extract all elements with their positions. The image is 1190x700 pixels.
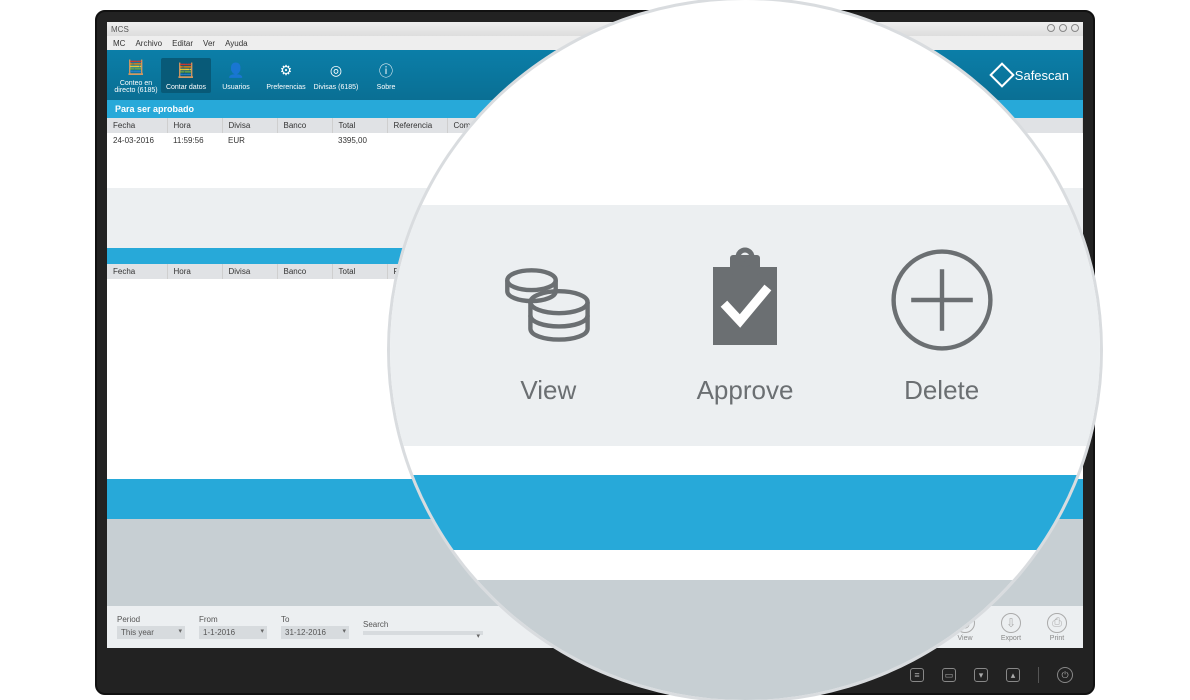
zoom-actions: View Approve Delete [390, 205, 1100, 446]
window-controls[interactable] [1045, 24, 1079, 34]
zoom-delete-button[interactable]: Delete [887, 245, 997, 406]
to-label: To [281, 615, 349, 624]
zoom-label: Delete [904, 375, 979, 406]
tool-users[interactable]: 👤 Usuarios [211, 58, 261, 93]
tool-count-data[interactable]: 🧮 Contar datos [161, 58, 211, 93]
col-total[interactable]: Total [332, 118, 387, 133]
close-icon[interactable] [1071, 24, 1079, 32]
coins-icon [493, 245, 603, 355]
from-label: From [199, 615, 267, 624]
menu-mc[interactable]: MC [113, 39, 125, 48]
tool-currencies[interactable]: ◎ Divisas (6185) [311, 58, 361, 93]
tool-label: Contar datos [166, 84, 206, 91]
col-divisa[interactable]: Divisa [222, 264, 277, 279]
info-icon: ⓘ [375, 60, 397, 82]
zoom-view-button[interactable]: View [493, 245, 603, 406]
zoom-lens: View Approve Delete [390, 0, 1100, 700]
gear-icon: ⚙ [275, 60, 297, 82]
zoom-approve-button[interactable]: Approve [690, 245, 800, 406]
minimize-icon[interactable] [1047, 24, 1055, 32]
tool-live-count[interactable]: 🧮 Conteo en directo (6185) [111, 54, 161, 96]
calculator-icon: 🧮 [125, 56, 147, 78]
zoom-grey-bottom [390, 580, 1100, 700]
col-total[interactable]: Total [332, 264, 387, 279]
zoom-blue-stripe [390, 475, 1100, 550]
col-referencia[interactable]: Referencia [387, 118, 447, 133]
tool-label: Conteo en directo (6185) [111, 80, 161, 94]
plus-circle-icon [887, 245, 997, 355]
cell-banco [277, 133, 332, 148]
from-date[interactable]: 1-1-2016 [199, 626, 267, 639]
col-banco[interactable]: Banco [277, 118, 332, 133]
tool-label: Divisas (6185) [314, 84, 359, 91]
app-title: MCS [111, 25, 129, 34]
tool-preferences[interactable]: ⚙ Preferencias [261, 58, 311, 93]
tool-label: Sobre [377, 84, 396, 91]
brand: Safescan [993, 66, 1069, 84]
tool-label: Usuarios [222, 84, 250, 91]
tool-label: Preferencias [266, 84, 305, 91]
menu-editar[interactable]: Editar [172, 39, 193, 48]
cell-divisa: EUR [222, 133, 277, 148]
zoom-label: View [520, 375, 576, 406]
col-divisa[interactable]: Divisa [222, 118, 277, 133]
col-fecha[interactable]: Fecha [107, 118, 167, 133]
user-icon: 👤 [225, 60, 247, 82]
zoom-label: Approve [697, 375, 794, 406]
menu-archivo[interactable]: Archivo [135, 39, 162, 48]
to-date[interactable]: 31-12-2016 [281, 626, 349, 639]
brand-icon [989, 62, 1014, 87]
menu-ayuda[interactable]: Ayuda [225, 39, 248, 48]
cell-hora: 11:59:56 [167, 133, 222, 148]
maximize-icon[interactable] [1059, 24, 1067, 32]
menu-ver[interactable]: Ver [203, 39, 215, 48]
period-label: Period [117, 615, 185, 624]
tool-about[interactable]: ⓘ Sobre [361, 58, 411, 93]
col-banco[interactable]: Banco [277, 264, 332, 279]
col-hora[interactable]: Hora [167, 118, 222, 133]
cell-fecha: 24-03-2016 [107, 133, 167, 148]
brand-text: Safescan [1015, 68, 1069, 83]
period-select[interactable]: This year [117, 626, 185, 639]
cell-referencia [387, 133, 447, 148]
col-fecha[interactable]: Fecha [107, 264, 167, 279]
calculator-plus-icon: 🧮 [175, 60, 197, 82]
clipboard-check-icon [690, 245, 800, 355]
coins-icon: ◎ [325, 60, 347, 82]
cell-total: 3395,00 [332, 133, 387, 148]
col-hora[interactable]: Hora [167, 264, 222, 279]
